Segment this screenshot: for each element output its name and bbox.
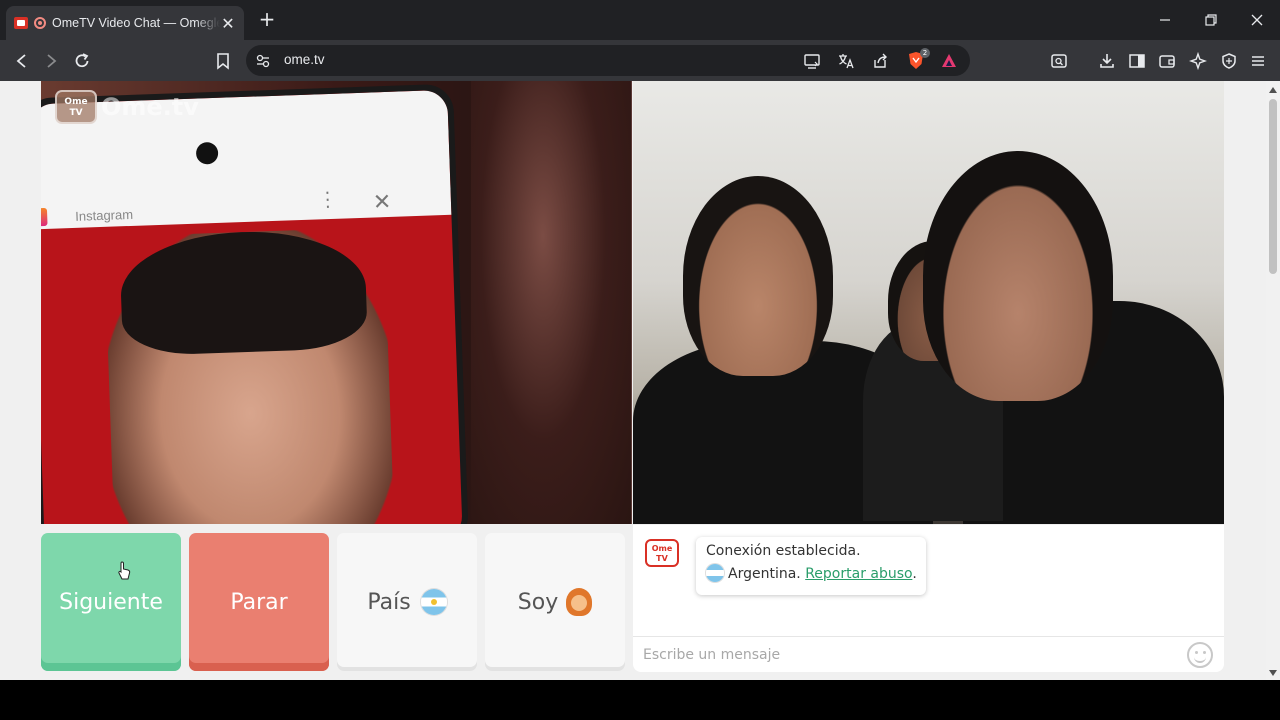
message-input[interactable] [643,643,1163,667]
download-icon [1100,54,1114,68]
connection-status-text: Conexión establecida. [706,543,861,559]
translate-icon[interactable] [837,52,855,70]
country-button[interactable]: País [337,533,477,671]
hand-cursor-icon [118,561,131,580]
report-suffix: . [912,566,917,582]
next-button-label: Siguiente [59,589,163,615]
recording-indicator-icon [34,17,46,29]
url-text: ome.tv [284,52,325,67]
vpn-button[interactable] [1216,48,1242,74]
girl-emoji-icon [566,588,593,616]
tab-search-icon [1051,54,1067,68]
browser-tab-strip: OmeTV Video Chat — Omegle ✕ + [0,0,1280,40]
stranger-country-line: Argentina. Reportar abuso. [706,564,917,582]
local-video-feed: Instagram · · · ✕ [41,81,632,524]
reload-button[interactable] [69,48,95,74]
shields-count-badge: 2 [920,48,930,58]
system-message-bubble: Conexión establecida. Argentina. Reporta… [696,537,926,595]
share-icon[interactable] [871,52,889,70]
scroll-down-arrow-icon[interactable] [1269,670,1277,676]
emoji-picker-icon[interactable] [1187,642,1213,668]
close-icon [1251,14,1263,26]
downloads-button[interactable] [1094,48,1120,74]
tab-title: OmeTV Video Chat — Omegle [52,16,220,30]
back-arrow-icon [16,54,26,68]
bottom-bar [0,680,1280,720]
wallet-button[interactable] [1154,48,1180,74]
new-tab-button[interactable]: + [256,8,278,30]
logo-text: Ome.tv [101,93,199,121]
hamburger-menu-icon [1252,56,1264,66]
sparkle-icon [1189,52,1207,70]
address-bar[interactable]: ome.tv 2 [246,45,970,76]
wallet-icon [1159,55,1175,68]
chat-divider [633,636,1224,637]
argentina-flag-icon [420,589,447,615]
next-button[interactable]: Siguiente [41,533,181,671]
stop-button-label: Parar [230,589,288,615]
remote-person-right [923,151,1113,401]
site-settings-icon[interactable] [255,53,271,69]
remote-video-feed [633,81,1224,524]
bookmark-button[interactable] [210,48,236,74]
menu-button[interactable] [1245,48,1271,74]
phone-in-video: Instagram · · · ✕ [41,83,469,524]
forward-button[interactable] [38,48,64,74]
instagram-icon [41,207,48,227]
phone-app-label: Instagram [74,206,134,224]
back-button[interactable] [9,48,35,74]
local-user-face [471,81,631,524]
minimize-icon [1160,19,1170,21]
bookmark-icon [217,53,229,70]
scroll-up-arrow-icon[interactable] [1269,87,1277,93]
close-window-button[interactable] [1234,0,1280,40]
reload-icon [75,53,89,68]
report-abuse-link[interactable]: Reportar abuso [805,566,912,582]
brave-rewards-icon[interactable] [940,52,958,70]
sidebar-toggle-button[interactable] [1124,48,1150,74]
minimize-window-button[interactable] [1142,0,1188,40]
chat-panel: Ome TV Conexión establecida. Argentina. … [633,525,1224,672]
country-button-label: País [367,589,411,615]
more-vertical-icon: · · · [324,182,332,219]
leo-ai-button[interactable] [1185,48,1211,74]
close-tab-icon[interactable]: ✕ [220,14,236,33]
sidebar-icon [1129,54,1145,68]
ometv-favicon-icon [14,17,28,29]
scroll-thumb[interactable] [1269,99,1277,274]
ometv-chat-logo-icon: Ome TV [645,539,679,567]
restore-window-button[interactable] [1188,0,1234,40]
phone-close-icon: ✕ [372,189,392,216]
gender-button-label: Soy [517,589,559,615]
tv-logo-icon: Ome TV [55,90,97,124]
vpn-shield-icon [1222,53,1236,69]
browser-tab[interactable]: OmeTV Video Chat — Omegle ✕ [6,6,244,40]
stranger-country: Argentina. [728,566,801,582]
page-scrollbar[interactable] [1266,81,1280,680]
remote-person-left [683,176,833,376]
stop-button[interactable]: Parar [189,533,329,671]
forward-arrow-icon [47,54,57,68]
ometv-logo: Ome TV Ome.tv [55,90,199,124]
tab-search-button[interactable] [1046,48,1072,74]
restore-icon [1205,14,1217,26]
argentina-flag-icon [706,564,724,582]
gender-button[interactable]: Soy [485,533,625,671]
cast-icon[interactable] [803,52,821,70]
